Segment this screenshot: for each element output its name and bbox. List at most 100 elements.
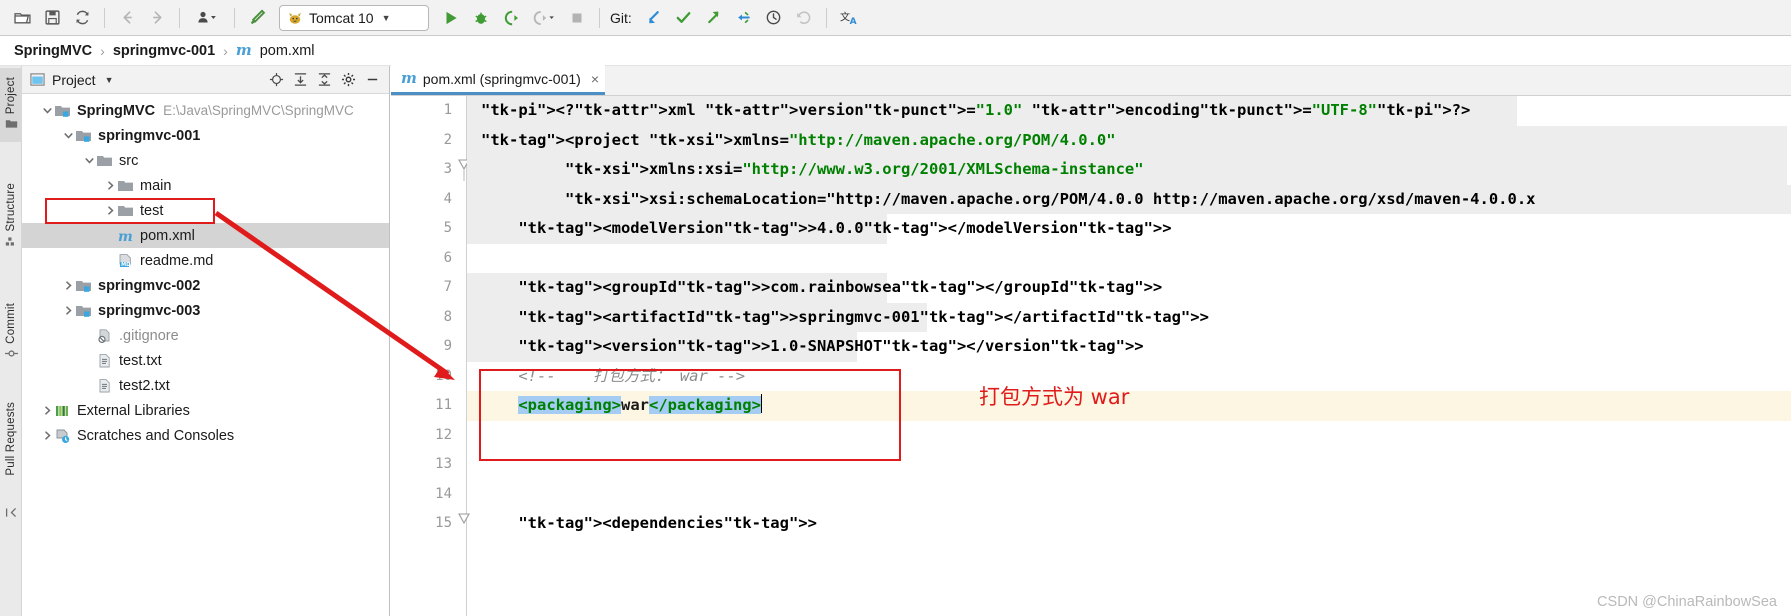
rail-item-pull-requests[interactable]: Pull Requests bbox=[0, 384, 22, 494]
translate-icon[interactable]: 文A bbox=[835, 5, 863, 31]
tree-node-main[interactable]: main bbox=[22, 173, 389, 198]
line-number-gutter: 1 2 3 4 5 6 7 8 9 10 11 12 13 14 15 bbox=[391, 96, 467, 616]
commit-icon bbox=[4, 350, 18, 357]
line-number: 5 bbox=[443, 220, 452, 236]
code-line[interactable]: "tk-pi"><?"tk-attr">xml "tk-attr">versio… bbox=[467, 96, 1470, 126]
breadcrumb-item-file[interactable]: pom.xml bbox=[260, 43, 315, 59]
chevron-right-icon[interactable] bbox=[40, 404, 54, 418]
expand-all-icon[interactable] bbox=[289, 69, 311, 91]
save-all-icon[interactable] bbox=[38, 5, 66, 31]
code-line[interactable]: "tk-tag"><modelVersion"tk-tag">>4.0.0"tk… bbox=[467, 214, 1171, 244]
tree-node-readme-md[interactable]: MD readme.md bbox=[22, 248, 389, 273]
git-rollback-icon[interactable] bbox=[790, 5, 818, 31]
line-number: 13 bbox=[435, 456, 452, 472]
run-coverage-button[interactable] bbox=[497, 5, 525, 31]
toolbar-divider-4 bbox=[599, 7, 600, 28]
git-update-icon[interactable] bbox=[640, 5, 668, 31]
chevron-right-icon[interactable] bbox=[61, 279, 75, 293]
code-line[interactable]: "tk-xsi">xmlns:xsi="http://www.w3.org/20… bbox=[467, 155, 1144, 185]
git-pull-request-icon[interactable] bbox=[730, 5, 758, 31]
chevron-down-icon[interactable] bbox=[82, 154, 96, 168]
rail-item-structure[interactable]: Structure bbox=[0, 171, 22, 263]
tree-node-test-txt[interactable]: test.txt bbox=[22, 348, 389, 373]
editor-tabbar: m pom.xml (springmvc-001) × bbox=[391, 65, 1791, 96]
close-icon[interactable]: × bbox=[591, 71, 599, 87]
chevron-down-icon[interactable] bbox=[40, 104, 54, 118]
rail-label-commit: Commit bbox=[5, 303, 17, 344]
sync-refresh-icon[interactable] bbox=[68, 5, 96, 31]
line-number: 4 bbox=[443, 190, 452, 207]
tree-node-path: E:\Java\SpringMVC\SpringMVC bbox=[163, 103, 354, 118]
code-line[interactable]: <!-- 打包方式： war --> bbox=[467, 362, 745, 392]
tree-node-src[interactable]: src bbox=[22, 148, 389, 173]
code-line[interactable] bbox=[467, 244, 481, 274]
tree-node-scratches-and-consoles[interactable]: Scratches and Consoles bbox=[22, 423, 389, 448]
debug-button[interactable] bbox=[467, 5, 495, 31]
code-line[interactable]: "tk-tag"><artifactId"tk-tag">>springmvc-… bbox=[467, 303, 1209, 333]
code-viewport[interactable]: 1 2 3 4 5 6 7 8 9 10 11 12 13 14 15 "tk-pi"><?"tk-attr… bbox=[391, 96, 1791, 616]
tree-node-springmvc[interactable]: SpringMVC E:\Java\SpringMVC\SpringMVC bbox=[22, 98, 389, 123]
run-button[interactable] bbox=[437, 5, 465, 31]
git-commit-icon[interactable] bbox=[670, 5, 698, 31]
tree-node-external-libraries[interactable]: External Libraries bbox=[22, 398, 389, 423]
chevron-right-icon[interactable] bbox=[103, 179, 117, 193]
code-line[interactable] bbox=[467, 450, 481, 480]
chevron-right-icon[interactable] bbox=[61, 304, 75, 318]
tree-node-test[interactable]: test bbox=[22, 198, 389, 223]
rail-collapse-icon[interactable] bbox=[0, 506, 22, 519]
tree-node-springmvc-001[interactable]: springmvc-001 bbox=[22, 123, 389, 148]
code-line[interactable]: "tk-tag"><groupId"tk-tag">>com.rainbowse… bbox=[467, 273, 1162, 303]
code-line[interactable]: "tk-tag"><dependencies"tk-tag">> bbox=[467, 509, 817, 539]
locate-target-icon[interactable] bbox=[265, 69, 287, 91]
chevron-down-icon[interactable]: ▼ bbox=[105, 75, 114, 85]
code-line[interactable]: "tk-tag"><project "tk-xsi">xmlns="http:/… bbox=[467, 126, 1116, 156]
build-hammer-icon[interactable] bbox=[243, 5, 271, 31]
tree-node-pom-xml[interactable]: m pom.xml bbox=[22, 223, 389, 248]
forward-arrow-icon[interactable] bbox=[143, 5, 171, 31]
tree-node-springmvc-003[interactable]: springmvc-003 bbox=[22, 298, 389, 323]
chevron-down-icon[interactable]: ▼ bbox=[382, 13, 391, 23]
code-line[interactable] bbox=[467, 480, 481, 510]
markdown-icon: MD bbox=[117, 253, 135, 269]
rail-label-structure: Structure bbox=[5, 183, 17, 232]
rail-item-commit[interactable]: Commit bbox=[0, 294, 22, 372]
breadcrumb-item-module[interactable]: springmvc-001 bbox=[113, 43, 215, 59]
hide-panel-icon[interactable] bbox=[361, 69, 383, 91]
profiler-user-icon[interactable] bbox=[188, 5, 226, 31]
git-push-icon[interactable] bbox=[700, 5, 728, 31]
line-number: 10 bbox=[435, 367, 452, 384]
git-history-icon[interactable] bbox=[760, 5, 788, 31]
line-number: 9 bbox=[443, 338, 452, 354]
chevron-right-icon[interactable] bbox=[103, 204, 117, 218]
project-panel-title: Project bbox=[52, 71, 96, 88]
tree-node-label: SpringMVC bbox=[77, 102, 156, 119]
line-number: 12 bbox=[435, 426, 452, 443]
chevron-right-icon[interactable] bbox=[40, 429, 54, 443]
settings-gear-icon[interactable] bbox=[337, 69, 359, 91]
collapse-all-icon[interactable] bbox=[313, 69, 335, 91]
line-number: 14 bbox=[435, 485, 452, 502]
project-icon bbox=[5, 120, 17, 128]
code-line[interactable]: <packaging>war</packaging> bbox=[467, 391, 762, 421]
rail-item-project[interactable]: Project bbox=[0, 68, 22, 142]
tree-node-label: springmvc-002 bbox=[98, 277, 201, 294]
back-arrow-icon[interactable] bbox=[113, 5, 141, 31]
line-number: 6 bbox=[443, 249, 452, 266]
tree-node-test2-txt[interactable]: test2.txt bbox=[22, 373, 389, 398]
chevron-down-icon[interactable] bbox=[61, 129, 75, 143]
profile-button[interactable] bbox=[527, 5, 561, 31]
tree-node-gitignore[interactable]: .gitignore bbox=[22, 323, 389, 348]
editor-tab-pom-xml[interactable]: m pom.xml (springmvc-001) × bbox=[391, 65, 605, 95]
run-configuration-selector[interactable]: Tomcat 10 ▼ bbox=[279, 4, 429, 31]
code-line[interactable] bbox=[467, 421, 481, 451]
svg-text:m: m bbox=[118, 229, 133, 245]
text-file-icon bbox=[96, 378, 114, 394]
toolbar-divider-3 bbox=[234, 7, 235, 28]
code-line[interactable]: "tk-xsi">xsi:schemaLocation="http://mave… bbox=[467, 185, 1536, 215]
breadcrumb-item-project[interactable]: SpringMVC bbox=[14, 43, 92, 59]
open-folder-icon[interactable] bbox=[8, 5, 36, 31]
tree-node-springmvc-002[interactable]: springmvc-002 bbox=[22, 273, 389, 298]
code-line[interactable]: "tk-tag"><version"tk-tag">>1.0-SNAPSHOT"… bbox=[467, 332, 1143, 362]
code-content[interactable]: "tk-pi"><?"tk-attr">xml "tk-attr">versio… bbox=[467, 96, 1791, 616]
stop-button[interactable] bbox=[563, 5, 591, 31]
